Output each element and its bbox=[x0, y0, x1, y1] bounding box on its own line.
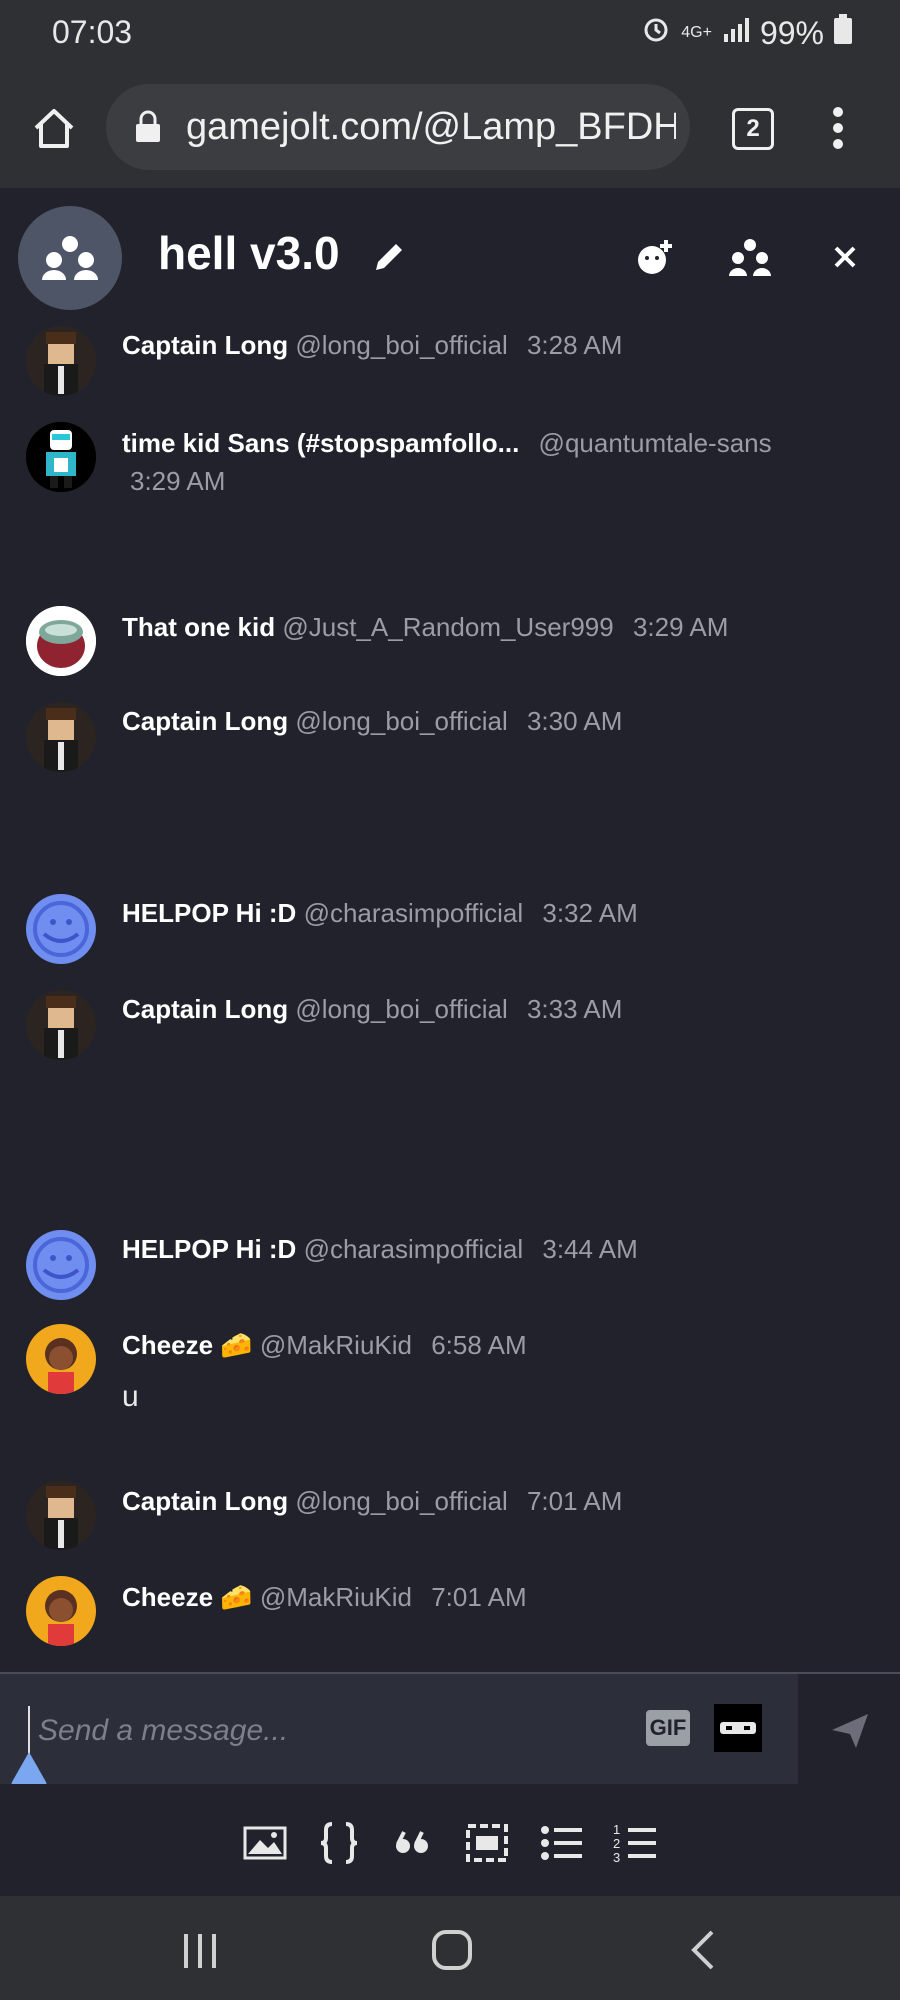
formatting-toolbar: 123 bbox=[0, 1784, 900, 1896]
message-meta: Cheeze 🧀 @MakRiuKid 7:01 AM bbox=[122, 1582, 527, 1613]
message-time: 3:29 AM bbox=[130, 466, 226, 496]
tab-count: 2 bbox=[746, 115, 760, 142]
group-icon bbox=[40, 232, 100, 289]
battery-level: 99% bbox=[759, 14, 824, 51]
browser-toolbar: gamejolt.com/@Lamp_BFDH 2 bbox=[0, 70, 900, 188]
avatar[interactable] bbox=[26, 326, 96, 396]
message-meta: Captain Long @long_boi_official 3:33 AM bbox=[122, 994, 622, 1025]
avatar[interactable] bbox=[26, 606, 96, 676]
message-time: 3:33 AM bbox=[526, 994, 623, 1024]
message-placeholder: Send a message... bbox=[38, 1714, 289, 1747]
author-handle[interactable]: @charasimpofficial bbox=[304, 898, 524, 928]
message-time: 3:28 AM bbox=[526, 330, 623, 360]
recent-apps-icon[interactable] bbox=[176, 1926, 224, 1974]
blockquote-icon[interactable] bbox=[390, 1820, 436, 1866]
author-name[interactable]: Captain Long bbox=[122, 706, 288, 736]
url-text: gamejolt.com/@Lamp_BFDH bbox=[186, 106, 676, 148]
back-icon[interactable] bbox=[680, 1926, 728, 1974]
avatar[interactable] bbox=[26, 990, 96, 1060]
close-icon[interactable] bbox=[830, 242, 860, 272]
message-text: u bbox=[122, 1380, 139, 1413]
avatar[interactable] bbox=[26, 422, 96, 492]
avatar[interactable] bbox=[26, 894, 96, 964]
more-vert-icon[interactable] bbox=[828, 106, 848, 155]
avatar[interactable] bbox=[26, 1576, 96, 1646]
author-name[interactable]: HELPOP Hi :D bbox=[122, 898, 296, 928]
author-handle[interactable]: @long_boi_official bbox=[295, 330, 507, 360]
spoiler-icon[interactable] bbox=[464, 1820, 510, 1866]
svg-text:3: 3 bbox=[613, 1850, 620, 1865]
battery-icon bbox=[834, 14, 852, 52]
author-name[interactable]: Captain Long bbox=[122, 994, 288, 1024]
members-icon[interactable] bbox=[728, 236, 772, 280]
author-name[interactable]: That one kid bbox=[122, 612, 275, 642]
avatar[interactable] bbox=[26, 1324, 96, 1394]
message-time: 3:32 AM bbox=[542, 898, 638, 928]
message-input[interactable]: Send a message... GIF bbox=[0, 1674, 798, 1784]
avatar[interactable] bbox=[26, 1230, 96, 1300]
author-name[interactable]: time kid Sans (#stopspamfollo... bbox=[122, 428, 519, 458]
author-name[interactable]: Captain Long bbox=[122, 1486, 288, 1516]
address-bar[interactable]: gamejolt.com/@Lamp_BFDH bbox=[106, 84, 690, 170]
message-meta: Captain Long @long_boi_official 7:01 AM bbox=[122, 1486, 622, 1517]
gif-button[interactable]: GIF bbox=[646, 1710, 690, 1746]
author-handle[interactable]: @quantumtale-sans bbox=[539, 428, 772, 458]
message-time: 3:30 AM bbox=[526, 706, 623, 736]
message-meta: Captain Long @long_boi_official 3:30 AM bbox=[122, 706, 622, 737]
author-handle[interactable]: @long_boi_official bbox=[295, 1486, 507, 1516]
message-meta: Captain Long @long_boi_official 3:28 AM bbox=[122, 330, 622, 361]
svg-text:1: 1 bbox=[613, 1822, 620, 1837]
author-handle[interactable]: @MakRiuKid bbox=[260, 1330, 412, 1360]
tab-switcher-button[interactable]: 2 bbox=[732, 108, 774, 150]
chat-header: hell v3.0 bbox=[0, 188, 900, 320]
lock-icon bbox=[134, 110, 162, 149]
author-handle[interactable]: @charasimpofficial bbox=[304, 1234, 524, 1264]
message-time: 3:44 AM bbox=[542, 1234, 638, 1264]
alarm-icon bbox=[641, 14, 671, 52]
room-avatar bbox=[18, 206, 122, 310]
svg-text:2: 2 bbox=[613, 1836, 620, 1851]
edit-pencil-icon[interactable] bbox=[372, 240, 406, 279]
message-time: 7:01 AM bbox=[431, 1582, 527, 1612]
author-name[interactable]: Captain Long bbox=[122, 330, 288, 360]
mask-icon[interactable] bbox=[714, 1704, 762, 1752]
message-composer: Send a message... GIF bbox=[0, 1674, 900, 1806]
send-icon[interactable] bbox=[830, 1710, 870, 1750]
author-handle[interactable]: @Just_A_Random_User999 bbox=[282, 612, 613, 642]
numbered-list-icon[interactable]: 123 bbox=[612, 1820, 658, 1866]
system-nav-bar bbox=[0, 1896, 900, 2000]
message-meta: time kid Sans (#stopspamfollo... @quantu… bbox=[122, 428, 772, 459]
avatar[interactable] bbox=[26, 1480, 96, 1550]
code-block-icon[interactable] bbox=[316, 1820, 362, 1866]
home-nav-icon[interactable] bbox=[428, 1926, 476, 1974]
message-meta: That one kid @Just_A_Random_User999 3:29… bbox=[122, 612, 728, 643]
network-type: 4G+ bbox=[681, 24, 712, 41]
status-icons: 4G+ 99% bbox=[641, 14, 852, 52]
status-time: 07:03 bbox=[52, 14, 133, 50]
author-name[interactable]: HELPOP Hi :D bbox=[122, 1234, 296, 1264]
author-name[interactable]: Cheeze 🧀 bbox=[122, 1330, 253, 1360]
message-meta: Cheeze 🧀 @MakRiuKid 6:58 AM bbox=[122, 1330, 527, 1361]
add-member-icon[interactable] bbox=[634, 236, 678, 280]
author-handle[interactable]: @MakRiuKid bbox=[260, 1582, 412, 1612]
text-caret bbox=[28, 1706, 30, 1754]
author-handle[interactable]: @long_boi_official bbox=[295, 706, 507, 736]
signal-icon bbox=[722, 15, 750, 52]
status-bar: 07:03 4G+ 99% bbox=[0, 0, 900, 70]
message-time: 7:01 AM bbox=[526, 1486, 623, 1516]
image-icon[interactable] bbox=[242, 1820, 288, 1866]
message-meta: HELPOP Hi :D @charasimpofficial 3:44 AM bbox=[122, 1234, 638, 1265]
room-title: hell v3.0 bbox=[158, 227, 340, 279]
bullet-list-icon[interactable] bbox=[538, 1820, 584, 1866]
avatar[interactable] bbox=[26, 702, 96, 772]
author-name[interactable]: Cheeze 🧀 bbox=[122, 1582, 253, 1612]
message-meta: HELPOP Hi :D @charasimpofficial 3:32 AM bbox=[122, 898, 638, 929]
author-handle[interactable]: @long_boi_official bbox=[295, 994, 507, 1024]
home-icon[interactable] bbox=[32, 106, 76, 155]
message-time: 3:29 AM bbox=[632, 612, 729, 642]
message-time: 6:58 AM bbox=[431, 1330, 527, 1360]
